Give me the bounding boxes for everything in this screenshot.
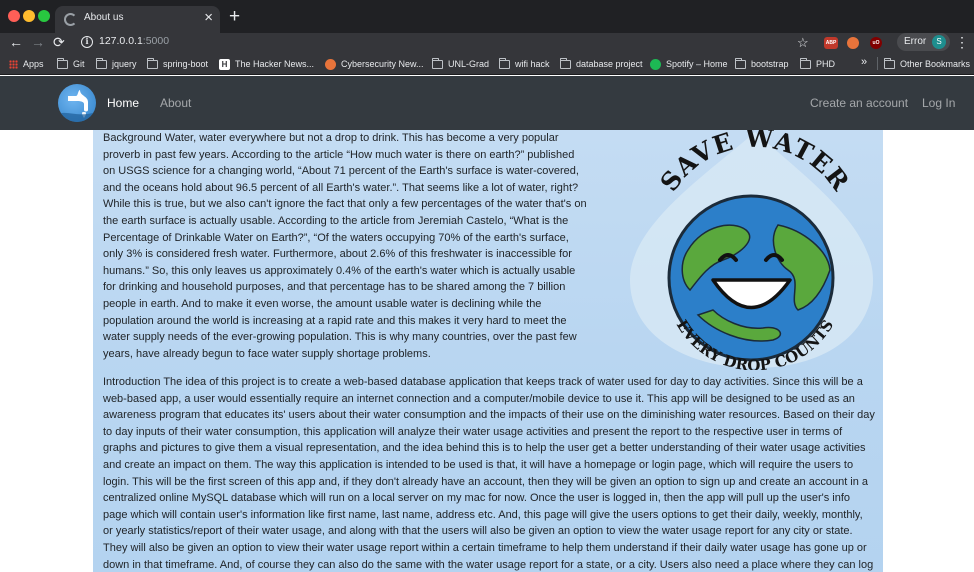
introduction-paragraph: Introduction The idea of this project is… bbox=[103, 376, 875, 571]
adblock-extension-icon[interactable]: ABP bbox=[824, 37, 838, 49]
bookmarks-divider bbox=[877, 57, 878, 70]
bookmark-bootstrap[interactable]: bootstrap bbox=[735, 57, 789, 71]
nav-create-account-link[interactable]: Create an account bbox=[810, 96, 908, 110]
bookmarks-bar: Apps Git jquery spring-boot H The Hacker … bbox=[0, 52, 974, 75]
bookmark-git[interactable]: Git bbox=[57, 57, 85, 71]
nav-login-link[interactable]: Log In bbox=[922, 96, 955, 110]
apps-icon bbox=[9, 59, 18, 69]
save-water-drop-illustration: SAVE WATER EVERY DROP COUNTS bbox=[630, 130, 873, 370]
browser-toolbar: ← → ⟳ i 127.0.0.1:5000 ☆ ABP uO Error S … bbox=[0, 33, 974, 52]
folder-icon bbox=[884, 57, 895, 69]
address-bar[interactable]: i 127.0.0.1:5000 bbox=[76, 33, 818, 52]
error-label: Error bbox=[904, 36, 927, 47]
bookmark-unl-grad[interactable]: UNL-Grad bbox=[432, 57, 489, 71]
bookmark-phd[interactable]: PHD bbox=[800, 57, 835, 71]
water-faucet-logo-icon bbox=[58, 90, 96, 122]
nav-home-link[interactable]: Home bbox=[107, 96, 139, 110]
ublock-extension-icon[interactable]: uO bbox=[870, 37, 882, 49]
browser-tab-strip: About us × + bbox=[0, 0, 974, 33]
tab-title: About us bbox=[84, 12, 124, 23]
folder-icon bbox=[499, 57, 510, 69]
bookmark-apps[interactable]: Apps bbox=[9, 57, 44, 71]
browser-menu-icon[interactable]: ⋮ bbox=[955, 33, 969, 52]
new-tab-button[interactable]: + bbox=[229, 7, 240, 27]
site-info-icon[interactable]: i bbox=[81, 36, 93, 48]
bookmark-spotify[interactable]: Spotify – Home bbox=[650, 57, 728, 71]
spotify-icon bbox=[650, 58, 661, 70]
brave-shield-extension-icon[interactable] bbox=[847, 37, 859, 49]
bookmark-spring-boot[interactable]: spring-boot bbox=[147, 57, 208, 71]
bookmark-hacker-news[interactable]: H The Hacker News... bbox=[219, 57, 314, 71]
folder-icon bbox=[57, 57, 68, 69]
bookmark-other-bookmarks[interactable]: Other Bookmarks bbox=[884, 57, 970, 71]
bookmark-star-icon[interactable]: ☆ bbox=[797, 33, 809, 52]
profile-avatar: S bbox=[932, 35, 946, 49]
forward-button[interactable]: → bbox=[31, 33, 45, 52]
bookmark-wifi-hack[interactable]: wifi hack bbox=[499, 57, 550, 71]
site-navbar: Home About Create an account Log In bbox=[0, 76, 974, 130]
site-logo[interactable] bbox=[58, 84, 96, 122]
about-content: Background Water, water everywhere but n… bbox=[93, 130, 883, 572]
bookmark-database-project[interactable]: database project bbox=[560, 57, 643, 71]
back-button[interactable]: ← bbox=[9, 33, 23, 52]
url-text: 127.0.0.1:5000 bbox=[99, 35, 170, 47]
background-paragraph: Background Water, water everywhere but n… bbox=[103, 132, 587, 360]
window-close-button[interactable] bbox=[8, 10, 20, 22]
nav-about-link[interactable]: About bbox=[160, 96, 191, 110]
bookmark-cybersecurity[interactable]: Cybersecurity New... bbox=[325, 57, 424, 71]
browser-tab-about-us[interactable]: About us × bbox=[55, 6, 220, 33]
window-minimize-button[interactable] bbox=[23, 10, 35, 22]
tab-close-icon[interactable]: × bbox=[204, 9, 213, 27]
profile-error-button[interactable]: Error S bbox=[897, 33, 950, 51]
folder-icon bbox=[96, 57, 107, 69]
folder-icon bbox=[735, 57, 746, 69]
folder-icon bbox=[147, 57, 158, 69]
folder-icon bbox=[560, 57, 571, 69]
bookmark-jquery[interactable]: jquery bbox=[96, 57, 137, 71]
loading-icon bbox=[64, 13, 77, 26]
cybersecurity-icon bbox=[325, 58, 336, 70]
folder-icon bbox=[432, 57, 443, 69]
window-maximize-button[interactable] bbox=[38, 10, 50, 22]
folder-icon bbox=[800, 57, 811, 69]
bookmarks-overflow-button[interactable]: » bbox=[861, 56, 867, 68]
reload-button[interactable]: ⟳ bbox=[53, 33, 65, 52]
hacker-news-icon: H bbox=[219, 58, 230, 70]
